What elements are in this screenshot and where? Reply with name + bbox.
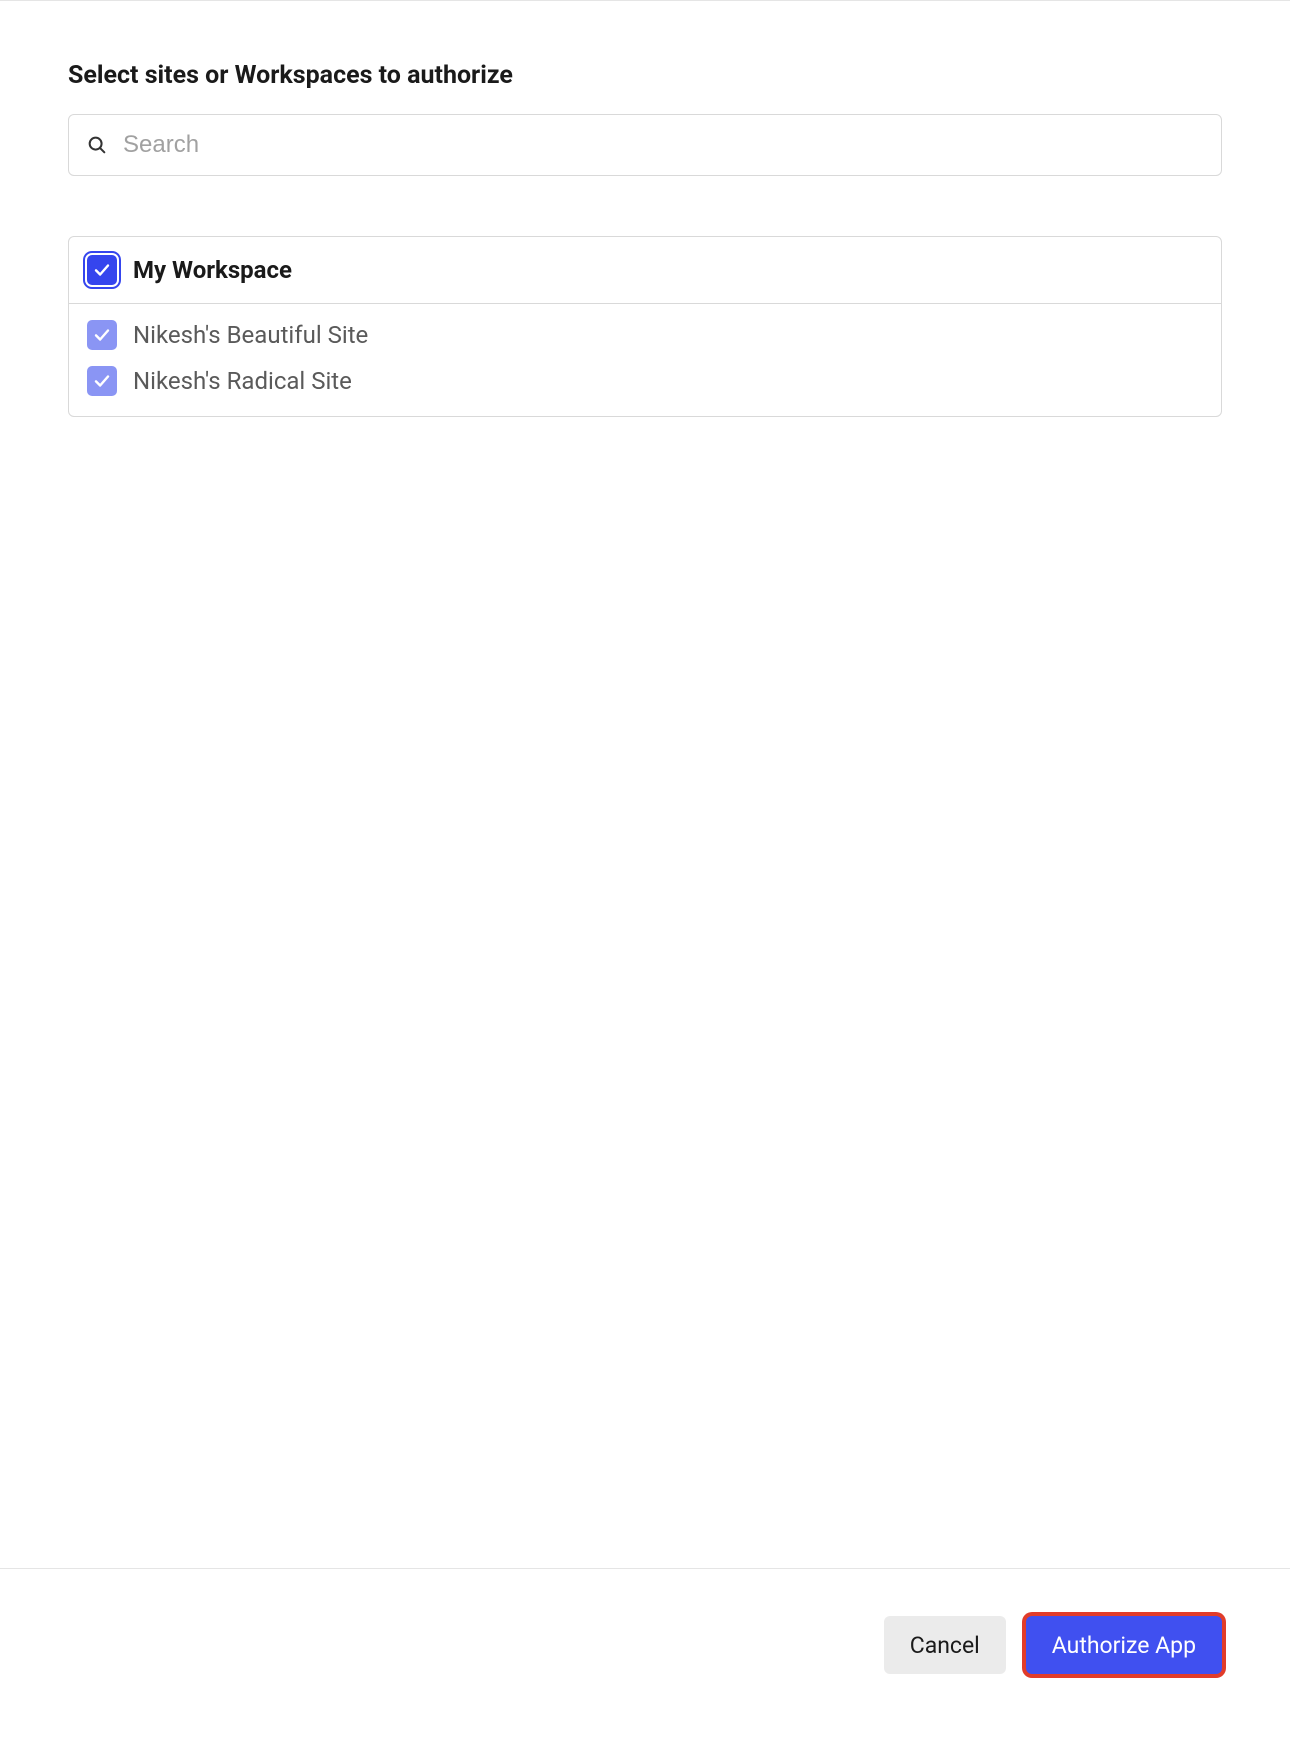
workspace-label: My Workspace <box>133 256 292 284</box>
footer-divider <box>0 1568 1290 1569</box>
cancel-button[interactable]: Cancel <box>884 1616 1006 1674</box>
workspace-checkbox[interactable] <box>87 255 117 285</box>
site-label: Nikesh's Beautiful Site <box>133 321 368 349</box>
page-title: Select sites or Workspaces to authorize <box>68 61 1222 90</box>
search-wrapper <box>68 114 1222 176</box>
site-row[interactable]: Nikesh's Beautiful Site <box>87 320 1203 350</box>
site-checkbox[interactable] <box>87 320 117 350</box>
site-row[interactable]: Nikesh's Radical Site <box>87 366 1203 396</box>
workspace-sites: Nikesh's Beautiful Site Nikesh's Radical… <box>69 304 1221 416</box>
site-label: Nikesh's Radical Site <box>133 367 352 395</box>
main-content: Select sites or Workspaces to authorize … <box>0 1 1290 417</box>
workspace-row[interactable]: My Workspace <box>69 237 1221 304</box>
site-checkbox[interactable] <box>87 366 117 396</box>
workspace-list-panel: My Workspace Nikesh's Beautiful Site Nik… <box>68 236 1222 417</box>
search-input[interactable] <box>68 114 1222 176</box>
authorize-app-button[interactable]: Authorize App <box>1026 1616 1222 1674</box>
footer-actions: Cancel Authorize App <box>0 1616 1290 1674</box>
